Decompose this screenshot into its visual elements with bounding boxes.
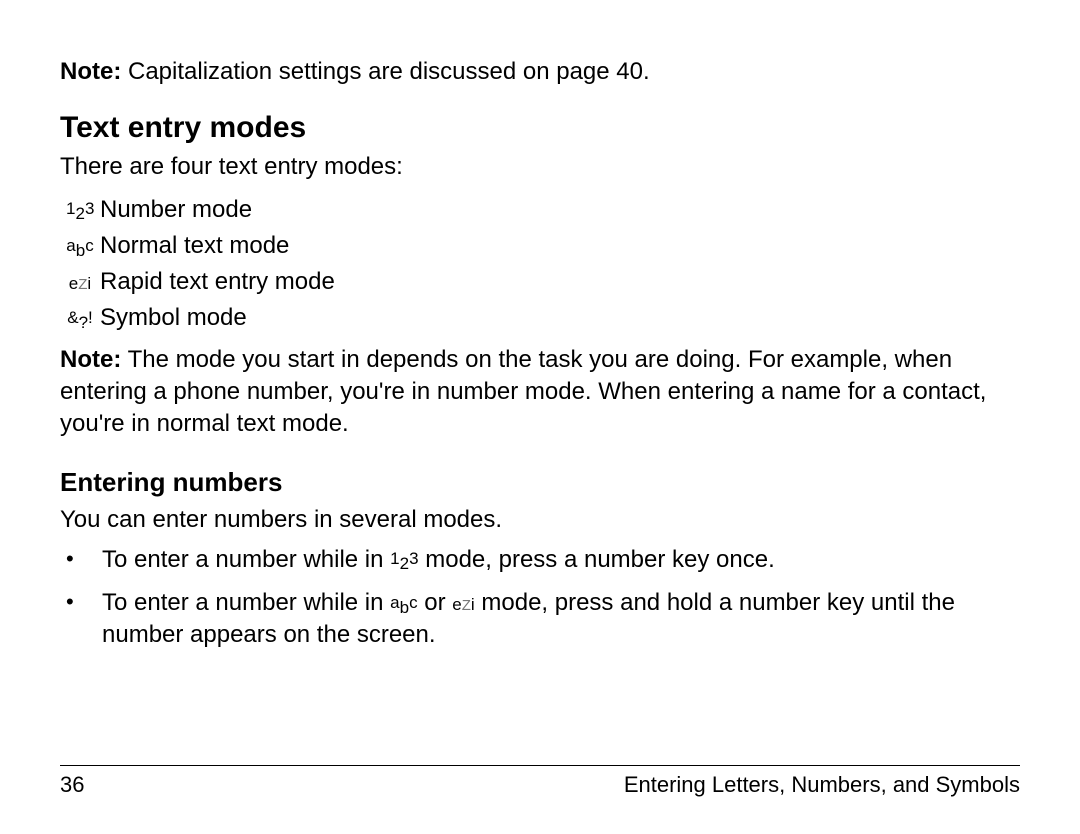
123-icon: 123 [66,198,94,224]
heading-text-entry-modes: Text entry modes [60,111,1020,145]
mode-note: Note: The mode you start in depends on t… [60,344,1020,441]
manual-page: Note: Capitalization settings are discus… [0,0,1080,834]
intro-text: There are four text entry modes: [60,151,1020,183]
bullet-text: mode, press a number key once. [425,546,775,573]
body-entering-numbers: You can enter numbers in several modes. [60,504,1020,536]
mode-label: Rapid text entry mode [100,264,335,300]
bullet-text: To enter a number while in [102,546,390,573]
page-footer: 36 Entering Letters, Numbers, and Symbol… [60,765,1020,798]
abc-icon: abc [66,235,94,261]
note-text: The mode you start in depends on the tas… [60,346,986,438]
bullet-item-2: To enter a number while in abc or eZi mo… [60,587,1020,652]
mode-row-rapid: eZi Rapid text entry mode [66,264,1020,300]
ezi-icon: eZi [452,594,474,617]
mode-row-symbol: &?! Symbol mode [66,300,1020,336]
mode-label: Symbol mode [100,300,247,336]
footer-section-title: Entering Letters, Numbers, and Symbols [624,772,1020,798]
abc-icon: abc [390,594,417,617]
mode-row-normal: abc Normal text mode [66,228,1020,264]
bullet-item-1: To enter a number while in 123 mode, pre… [60,544,1020,576]
page-number: 36 [60,772,84,798]
bullet-text: or [424,589,452,616]
bullet-list: To enter a number while in 123 mode, pre… [60,544,1020,651]
mode-row-number: 123 Number mode [66,192,1020,228]
note-label: Note: [60,346,121,373]
note-text: Capitalization settings are discussed on… [128,58,650,85]
ezi-icon: eZi [66,271,94,297]
123-icon: 123 [390,550,418,573]
note-label: Note: [60,58,121,85]
mode-label: Normal text mode [100,228,289,264]
bullet-text: To enter a number while in [102,589,390,616]
mode-label: Number mode [100,192,252,228]
heading-entering-numbers: Entering numbers [60,467,1020,498]
sym-icon: &?! [66,307,94,333]
top-note: Note: Capitalization settings are discus… [60,56,1020,87]
